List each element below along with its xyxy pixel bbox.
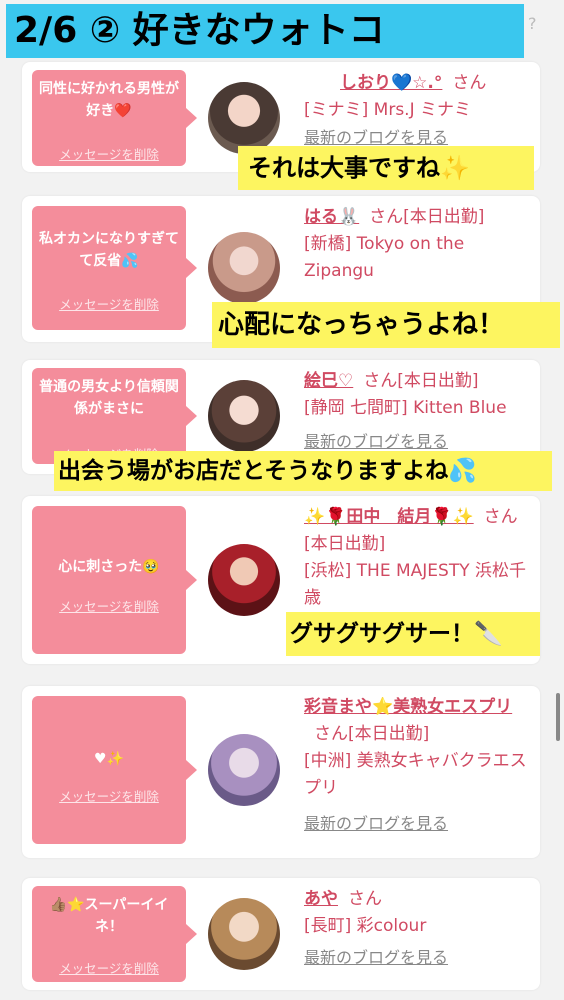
delete-message-link[interactable]: メッセージを削除	[32, 958, 186, 977]
honorific: さん[本日出勤]	[369, 207, 485, 227]
corner-mark: ?	[528, 14, 537, 33]
message-text: 心に刺さった🥹	[58, 559, 160, 575]
sender-name-link[interactable]: はる🐰	[304, 207, 359, 227]
message-card-5: ♥✨ メッセージを削除 彩音まや⭐美熟女エスプリさん[本日出勤] [中洲] 美熟…	[22, 686, 540, 858]
message-bubble: ♥✨ メッセージを削除	[32, 696, 197, 844]
message-text: 👍🏽⭐スーパーイイネ！	[49, 897, 169, 935]
sender-info: 彩音まや⭐美熟女エスプリさん[本日出勤] [中洲] 美熟女キャバクラエスプリ 最…	[304, 694, 530, 837]
shop-label: [長町] 彩colour	[304, 916, 427, 936]
honorific: さん	[348, 889, 382, 909]
sender-name-link[interactable]: 絵巳♡	[304, 371, 353, 391]
sender-info: 絵巳♡ さん[本日出勤] [静岡 七間町] Kitten Blue 最新のブログを…	[304, 368, 530, 455]
message-text: ♥✨	[94, 751, 124, 767]
avatar[interactable]	[208, 898, 280, 970]
honorific: さん	[452, 73, 487, 93]
sender-name-link[interactable]: 彩音まや⭐美熟女エスプリ	[304, 697, 512, 717]
delete-message-link[interactable]: メッセージを削除	[32, 786, 186, 805]
caption-overlay-4: グサグサグサー！🔪	[286, 612, 540, 656]
message-text: 普通の男女より信頼関係がまさに	[39, 379, 179, 417]
sender-info: はる🐰 さん[本日出勤] [新橋] Tokyo on the Zipangu	[304, 204, 530, 285]
shop-label: [中洲] 美熟女キャバクラエスプリ	[304, 751, 527, 798]
sender-name-link[interactable]: しおり💙☆.°	[304, 73, 442, 93]
caption-overlay-2: 心配になっちゃうよね！	[212, 302, 560, 348]
delete-message-link[interactable]: メッセージを削除	[32, 144, 186, 163]
sender-info: あや さん [長町] 彩colour 最新のブログを見る	[304, 886, 530, 971]
caption-overlay-1: それは大事ですね✨	[238, 146, 534, 190]
message-bubble: 心に刺さった🥹 メッセージを削除	[32, 506, 197, 654]
delete-message-link[interactable]: メッセージを削除	[32, 294, 186, 313]
caption-overlay-3: 出会う場がお店だとそうなりますよね💦	[54, 451, 552, 491]
message-text: 私オカンになりすぎてて反省💦	[39, 231, 179, 269]
shop-label: [新橋] Tokyo on the Zipangu	[304, 234, 465, 281]
avatar[interactable]	[208, 232, 280, 304]
sender-info: ✨🌹田中 結月🌹✨ さん[本日出勤] [浜松] THE MAJESTY 浜松千歳	[304, 504, 530, 612]
shop-label: [静岡 七間町] Kitten Blue	[304, 398, 507, 418]
message-bubble: 私オカンになりすぎてて反省💦 メッセージを削除	[32, 206, 197, 330]
message-bubble: 普通の男女より信頼関係がまさに メッセージを削除	[32, 368, 197, 464]
scrollbar[interactable]	[556, 693, 560, 741]
shop-label: [浜松] THE MAJESTY 浜松千歳	[304, 561, 526, 608]
shop-label: [ミナミ] Mrs.J ミナミ	[304, 100, 472, 120]
avatar[interactable]	[208, 544, 280, 616]
sender-name-link[interactable]: あや	[304, 889, 338, 909]
latest-blog-link[interactable]: 最新のブログを見る	[304, 810, 530, 837]
message-card-6: 👍🏽⭐スーパーイイネ！ メッセージを削除 あや さん [長町] 彩colour 最…	[22, 878, 540, 990]
message-text: 同性に好かれる男性が好き❤️	[39, 81, 179, 119]
avatar[interactable]	[208, 380, 280, 452]
latest-blog-link[interactable]: 最新のブログを見る	[304, 944, 530, 971]
avatar[interactable]	[208, 734, 280, 806]
sender-info: しおり💙☆.° さん [ミナミ] Mrs.J ミナミ 最新のブログを見る	[304, 70, 530, 151]
honorific: さん[本日出勤]	[314, 724, 430, 744]
avatar[interactable]	[208, 82, 280, 154]
honorific: さん[本日出勤]	[363, 371, 479, 391]
delete-message-link[interactable]: メッセージを削除	[32, 596, 186, 615]
message-bubble: 👍🏽⭐スーパーイイネ！ メッセージを削除	[32, 886, 197, 982]
sender-name-link[interactable]: ✨🌹田中 結月🌹✨	[304, 507, 474, 527]
message-bubble: 同性に好かれる男性が好き❤️ メッセージを削除	[32, 70, 197, 166]
page-title-banner: 2/6 ② 好きなウォトコ	[6, 4, 524, 58]
